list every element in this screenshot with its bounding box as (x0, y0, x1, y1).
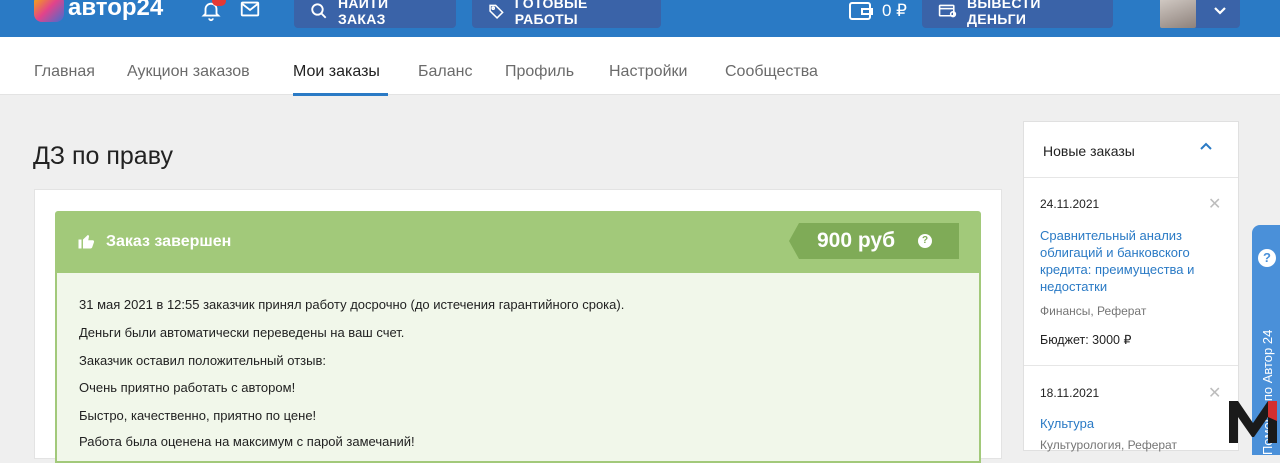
active-tab-indicator (293, 93, 388, 96)
wallet-icon (849, 2, 873, 20)
find-order-button[interactable]: НАЙТИ ЗАКАЗ (294, 0, 456, 28)
withdraw-label: ВЫВЕСТИ ДЕНЬГИ (966, 0, 1041, 27)
mail-icon[interactable] (239, 0, 261, 20)
notification-badge (212, 0, 226, 6)
status-header: Заказ завершен 900 руб ? (55, 211, 981, 273)
nav-item-settings[interactable]: Настройки (609, 63, 687, 81)
watermark-logo-icon (1229, 401, 1277, 443)
order-date: 18.11.2021 (1040, 386, 1100, 400)
balance-value: 0 ₽ (882, 1, 907, 20)
status-line: Деньги были автоматически переведены на … (79, 325, 405, 340)
tag-icon (489, 4, 504, 20)
page-title: ДЗ по праву (33, 142, 173, 170)
status-line: Работа была оценена на максимум с парой … (79, 434, 415, 449)
card-icon (938, 4, 957, 18)
status-line: 31 мая 2021 в 12:55 заказчик принял рабо… (79, 297, 625, 312)
status-line: Заказчик оставил положительный отзыв: (79, 353, 326, 368)
withdraw-button[interactable]: ВЫВЕСТИ ДЕНЬГИ (922, 0, 1113, 28)
logo-text: автор24 (68, 0, 164, 21)
thumbs-up-icon (78, 235, 95, 249)
status-line: Очень приятно работать с автором! (79, 380, 296, 395)
close-icon[interactable]: ✕ (1208, 194, 1221, 214)
status-line: Быстро, качественно, приятно по цене! (79, 408, 317, 423)
wallet-balance[interactable]: 0 ₽ (848, 0, 907, 22)
nav-item-my-orders[interactable]: Мои заказы (293, 63, 380, 81)
find-order-label: НАЙТИ ЗАКАЗ (337, 0, 389, 27)
nav-item-home[interactable]: Главная (34, 63, 95, 81)
new-orders-panel: Новые заказы 24.11.2021 ✕ Сравнительный … (1023, 121, 1239, 452)
question-icon: ? (1258, 249, 1276, 267)
avatar (1160, 0, 1196, 28)
logo[interactable]: автор24 (34, 0, 163, 22)
new-orders-title: Новые заказы (1043, 143, 1135, 159)
logo-icon (34, 0, 64, 22)
order-meta: Культурология, Реферат (1040, 438, 1177, 452)
order-title-link[interactable]: Сравнительный анализ облигаций и банковс… (1040, 227, 1220, 295)
ready-works-label: ГОТОВЫЕ РАБОТЫ (514, 0, 588, 27)
chevron-up-icon[interactable] (1200, 142, 1212, 150)
nav-item-balance[interactable]: Баланс (418, 63, 472, 81)
profile-menu[interactable] (1160, 0, 1240, 28)
nav-item-profile[interactable]: Профиль (505, 63, 574, 81)
ready-works-button[interactable]: ГОТОВЫЕ РАБОТЫ (472, 0, 661, 28)
divider (1024, 365, 1238, 366)
nav-item-auction[interactable]: Аукцион заказов (127, 63, 250, 81)
order-title-link[interactable]: Культура (1040, 415, 1220, 432)
chevron-down-icon (1214, 7, 1226, 15)
new-orders-header[interactable]: Новые заказы (1024, 122, 1238, 178)
main-nav: Главная Аукцион заказов Мои заказы Балан… (0, 37, 1280, 95)
order-meta: Финансы, Реферат (1040, 304, 1147, 318)
help-icon[interactable]: ? (918, 234, 932, 248)
status-body: 31 мая 2021 в 12:55 заказчик принял рабо… (55, 273, 981, 463)
status-label: Заказ завершен (106, 233, 232, 250)
price-value: 900 руб (817, 229, 896, 252)
order-date: 24.11.2021 (1040, 197, 1100, 211)
close-icon[interactable]: ✕ (1208, 383, 1221, 403)
price-tag: 900 руб ? (789, 223, 959, 259)
order-budget: Бюджет: 3000 ₽ (1040, 333, 1132, 347)
search-icon (311, 3, 327, 19)
top-bar: автор24 НАЙТИ ЗАКАЗ ГОТОВЫЕ РАБОТЫ 0 ₽ В… (0, 0, 1280, 37)
nav-item-communities[interactable]: Сообщества (725, 63, 818, 81)
